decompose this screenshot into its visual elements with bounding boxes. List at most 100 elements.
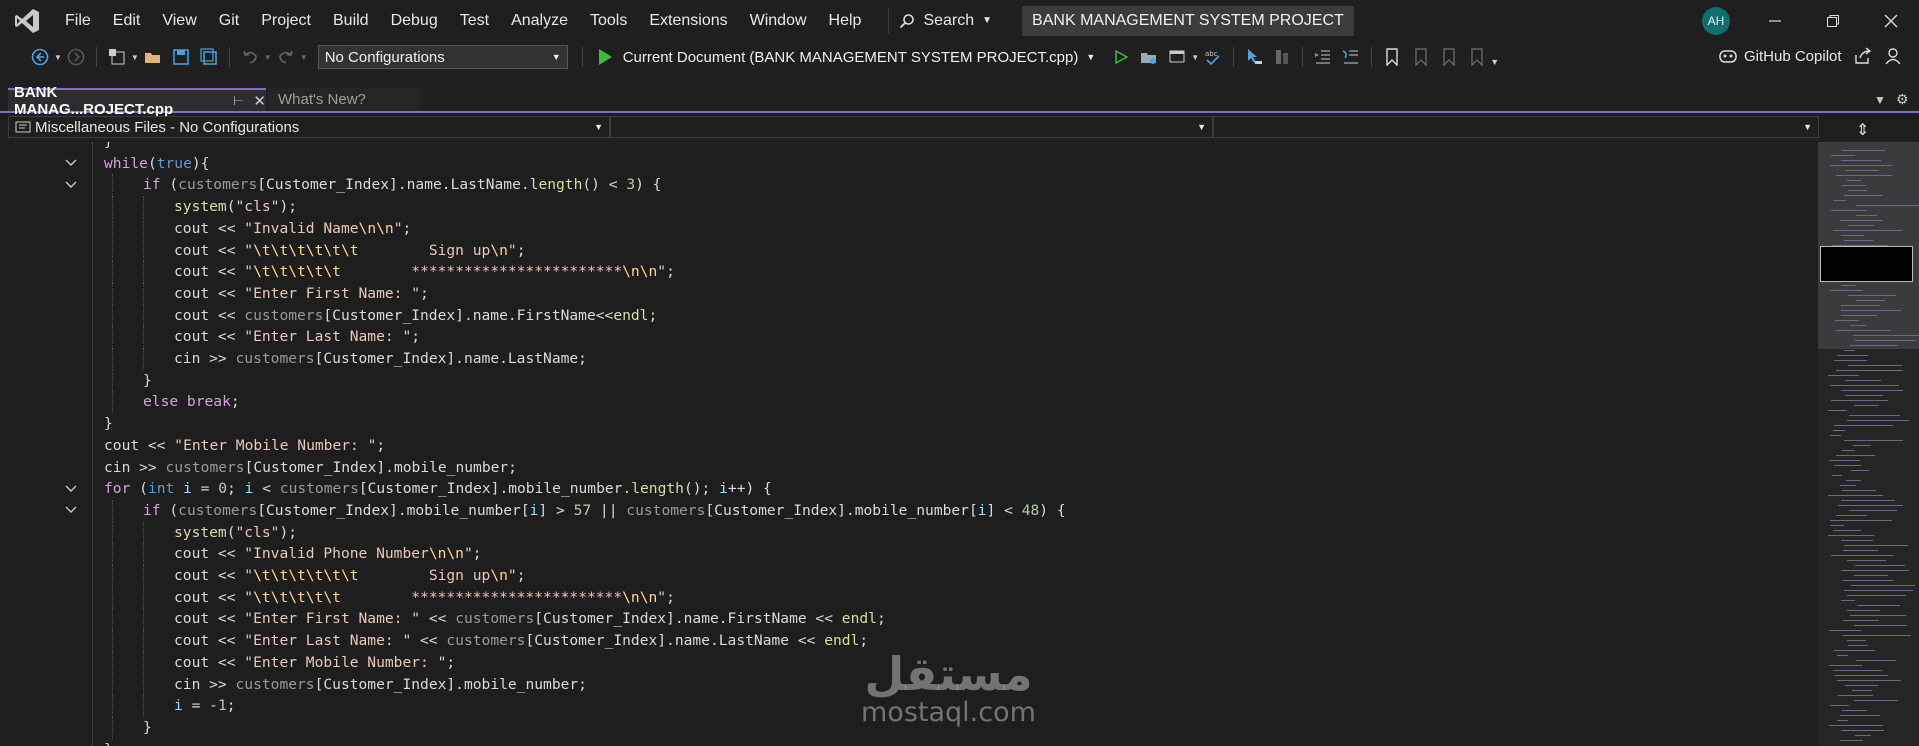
tab-list-dropdown-icon[interactable]: ▼ bbox=[1874, 93, 1886, 107]
indent-guide bbox=[143, 196, 144, 218]
split-window-icon[interactable]: ⇕ bbox=[1856, 120, 1869, 140]
menu-item-project[interactable]: Project bbox=[250, 0, 322, 41]
type-scope-dropdown[interactable]: ▼ bbox=[610, 116, 1213, 138]
minimap-line bbox=[1849, 415, 1900, 416]
code-token: ; bbox=[411, 328, 421, 346]
minimap-line bbox=[1842, 185, 1866, 186]
code-token: } bbox=[143, 718, 152, 736]
minimap-line bbox=[1829, 630, 1861, 631]
project-scope-dropdown[interactable]: Miscellaneous Files - No Configurations … bbox=[8, 116, 610, 138]
code-token: ; bbox=[666, 588, 675, 606]
minimap-line bbox=[1841, 570, 1909, 571]
share-icon[interactable] bbox=[1854, 47, 1872, 65]
menu-item-test[interactable]: Test bbox=[449, 0, 500, 41]
minimap-line bbox=[1837, 355, 1868, 356]
menu-item-view[interactable]: View bbox=[151, 0, 207, 41]
chevron-down-icon[interactable]: ▼ bbox=[264, 53, 272, 62]
menu-item-tools[interactable]: Tools bbox=[579, 0, 638, 41]
previous-bookmark-icon[interactable] bbox=[1410, 47, 1430, 67]
minimap-line bbox=[1847, 560, 1886, 561]
code-token: ************************ bbox=[340, 588, 623, 606]
new-project-icon[interactable] bbox=[107, 47, 127, 67]
search-box[interactable]: Search ▼ bbox=[888, 7, 1002, 34]
code-token: ; bbox=[472, 545, 482, 563]
menu-item-debug[interactable]: Debug bbox=[380, 0, 449, 41]
chevron-down-icon[interactable]: ▼ bbox=[1191, 53, 1199, 62]
navigate-back-icon[interactable] bbox=[30, 47, 50, 67]
close-icon[interactable]: ✕ bbox=[253, 92, 266, 110]
gear-icon[interactable]: ⚙ bbox=[1896, 91, 1909, 108]
save-icon[interactable] bbox=[171, 47, 191, 67]
code-line: } bbox=[104, 142, 113, 152]
code-token: cout << bbox=[174, 241, 245, 259]
indent-guide bbox=[112, 239, 113, 262]
github-copilot-button[interactable]: GitHub Copilot bbox=[1718, 47, 1902, 65]
tab-bank-management-cpp[interactable]: BANK MANAG...ROJECT.cpp ⊢ ✕ bbox=[8, 84, 266, 118]
solution-configurations-dropdown[interactable]: No Configurations ▼ bbox=[317, 45, 568, 69]
browse-icon[interactable] bbox=[1167, 47, 1187, 67]
menu-item-git[interactable]: Git bbox=[208, 0, 250, 41]
chevron-down-icon[interactable]: ▼ bbox=[300, 53, 308, 62]
code-token: ; bbox=[376, 436, 386, 454]
menu-item-window[interactable]: Window bbox=[739, 0, 818, 41]
toggle-icon[interactable] bbox=[1272, 47, 1292, 67]
pin-icon[interactable]: ⊢ bbox=[233, 94, 243, 108]
chevron-down-icon[interactable]: ▼ bbox=[54, 53, 62, 62]
open-folder-icon[interactable] bbox=[143, 47, 163, 67]
fold-chevron-icon[interactable] bbox=[65, 500, 77, 521]
code-line: i = -1; bbox=[174, 695, 236, 716]
indent-guide bbox=[112, 304, 113, 327]
member-scope-dropdown[interactable]: ▼ bbox=[1213, 116, 1819, 138]
indent-icon[interactable] bbox=[1341, 47, 1361, 67]
fold-chevron-icon[interactable] bbox=[65, 174, 77, 195]
save-all-icon[interactable] bbox=[199, 47, 219, 67]
code-token: " bbox=[507, 241, 517, 259]
vertical-scrollbar-map[interactable] bbox=[1818, 142, 1919, 746]
start-without-debugging-icon[interactable] bbox=[1111, 47, 1131, 67]
menu-item-file[interactable]: File bbox=[54, 0, 102, 41]
minimap-line bbox=[1841, 305, 1880, 306]
watermark: مستقل mostaql.com bbox=[861, 650, 1036, 728]
toolbar-overflow-icon[interactable]: ▼ bbox=[1490, 57, 1499, 67]
menu-item-edit[interactable]: Edit bbox=[102, 0, 152, 41]
avatar[interactable]: AH bbox=[1702, 7, 1730, 35]
clear-bookmarks-icon[interactable] bbox=[1466, 47, 1486, 67]
minimap-line bbox=[1856, 300, 1885, 301]
code-token: [Customer_Index].mobile_number; bbox=[314, 675, 587, 693]
select-icon[interactable] bbox=[1244, 47, 1264, 67]
minimap-line bbox=[1830, 705, 1849, 706]
navigate-forward-icon[interactable] bbox=[66, 47, 86, 67]
close-window-icon[interactable] bbox=[1878, 8, 1904, 34]
undo-icon[interactable] bbox=[240, 47, 260, 67]
fold-chevron-icon[interactable] bbox=[65, 478, 77, 499]
minimap-line bbox=[1856, 660, 1896, 661]
chevron-down-icon[interactable]: ▼ bbox=[131, 53, 139, 62]
minimap-line bbox=[1853, 445, 1871, 446]
code-token: [Customer_Index].mobile_number[ bbox=[257, 501, 530, 519]
redo-icon[interactable] bbox=[276, 47, 296, 67]
open-file-icon[interactable] bbox=[1139, 47, 1159, 67]
code-token: [Customer_Index].name.FirstName<< bbox=[323, 306, 614, 324]
restore-icon[interactable] bbox=[1820, 8, 1846, 34]
code-line: cout << customers[Customer_Index].name.F… bbox=[174, 305, 657, 326]
bookmark-icon[interactable] bbox=[1382, 47, 1402, 67]
minimize-icon[interactable] bbox=[1762, 8, 1788, 34]
scroll-thumb[interactable] bbox=[1820, 246, 1913, 282]
menu-item-extensions[interactable]: Extensions bbox=[638, 0, 738, 41]
menu-item-build[interactable]: Build bbox=[322, 0, 380, 41]
code-line: else break; bbox=[143, 391, 240, 412]
code-token: } bbox=[143, 371, 152, 389]
minimap-line bbox=[1836, 515, 1867, 516]
menu-item-analyze[interactable]: Analyze bbox=[500, 0, 579, 41]
next-bookmark-icon[interactable] bbox=[1438, 47, 1458, 67]
code-token: ; bbox=[402, 219, 412, 237]
spell-check-icon[interactable]: abc bbox=[1203, 47, 1223, 67]
menu-item-help[interactable]: Help bbox=[818, 0, 873, 41]
run-target-label: Current Document (BANK MANAGEMENT SYSTEM… bbox=[622, 48, 1079, 66]
outdent-icon[interactable] bbox=[1313, 47, 1333, 67]
feedback-icon[interactable] bbox=[1884, 47, 1902, 65]
visual-studio-logo-icon[interactable] bbox=[12, 6, 42, 36]
fold-chevron-icon[interactable] bbox=[65, 153, 77, 174]
start-debugging-button[interactable]: Current Document (BANK MANAGEMENT SYSTEM… bbox=[597, 48, 1095, 66]
tab-whats-new[interactable]: What's New? bbox=[268, 88, 420, 111]
